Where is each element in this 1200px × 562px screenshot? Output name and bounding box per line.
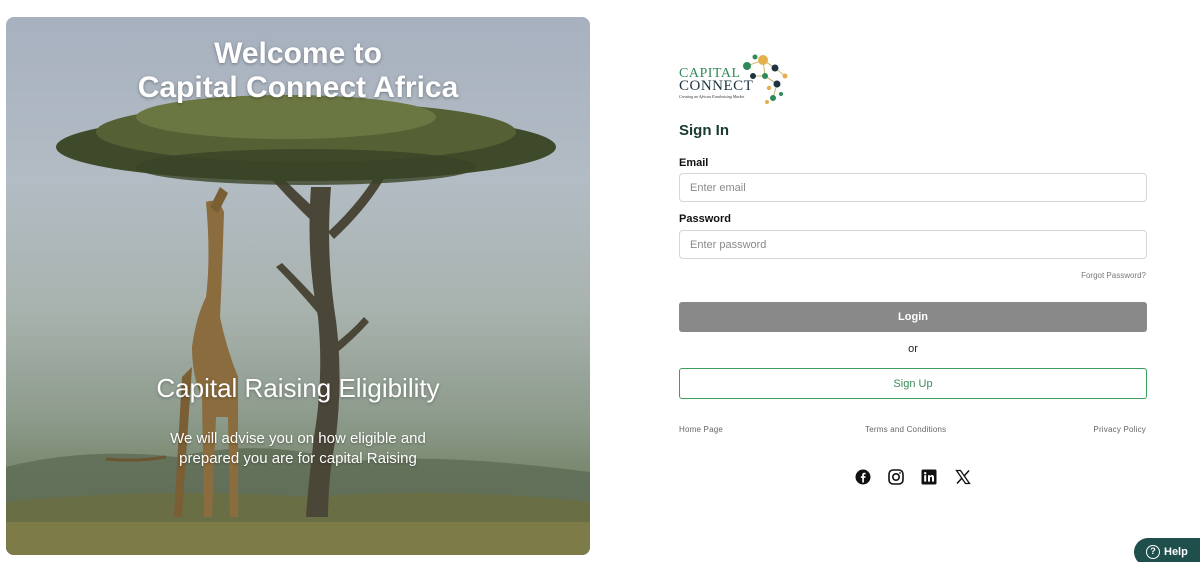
facebook-icon[interactable] [855, 469, 871, 485]
password-field[interactable] [679, 230, 1147, 259]
instagram-icon[interactable] [888, 469, 904, 485]
hero-panel: Welcome to Capital Connect Africa Capita… [6, 17, 590, 555]
sign-up-button[interactable]: Sign Up [679, 368, 1147, 399]
x-icon[interactable] [955, 469, 971, 485]
home-page-link[interactable]: Home Page [679, 425, 723, 434]
signin-title: Sign In [679, 122, 729, 139]
or-divider-text: or [908, 343, 918, 355]
forgot-password-link[interactable]: Forgot Password? [1081, 271, 1146, 280]
help-button[interactable]: ? Help [1134, 538, 1200, 562]
linkedin-icon[interactable] [921, 469, 937, 485]
hero-title-line1: Welcome to [214, 37, 382, 70]
capital-connect-logo[interactable]: CAPITAL CONNECT Creating an African Fund… [679, 54, 794, 108]
logo-network-icon [743, 54, 788, 104]
help-label: Help [1164, 546, 1188, 558]
hero-description: We will advise you on how eligible and p… [170, 430, 426, 467]
hero-title-line2: Capital Connect Africa [137, 71, 459, 104]
email-field[interactable] [679, 173, 1147, 202]
terms-and-conditions-link[interactable]: Terms and Conditions [865, 425, 946, 434]
hero-subtitle: Capital Raising Eligibility [156, 373, 440, 403]
login-button[interactable]: Login [679, 302, 1147, 332]
password-label: Password [679, 213, 731, 225]
logo-tagline: Creating an African Fundraising Market [679, 94, 745, 99]
privacy-policy-link[interactable]: Privacy Policy [1093, 425, 1146, 434]
question-icon: ? [1146, 545, 1160, 559]
email-label: Email [679, 157, 709, 169]
hero-title: Welcome to Capital Connect Africa [6, 37, 590, 105]
